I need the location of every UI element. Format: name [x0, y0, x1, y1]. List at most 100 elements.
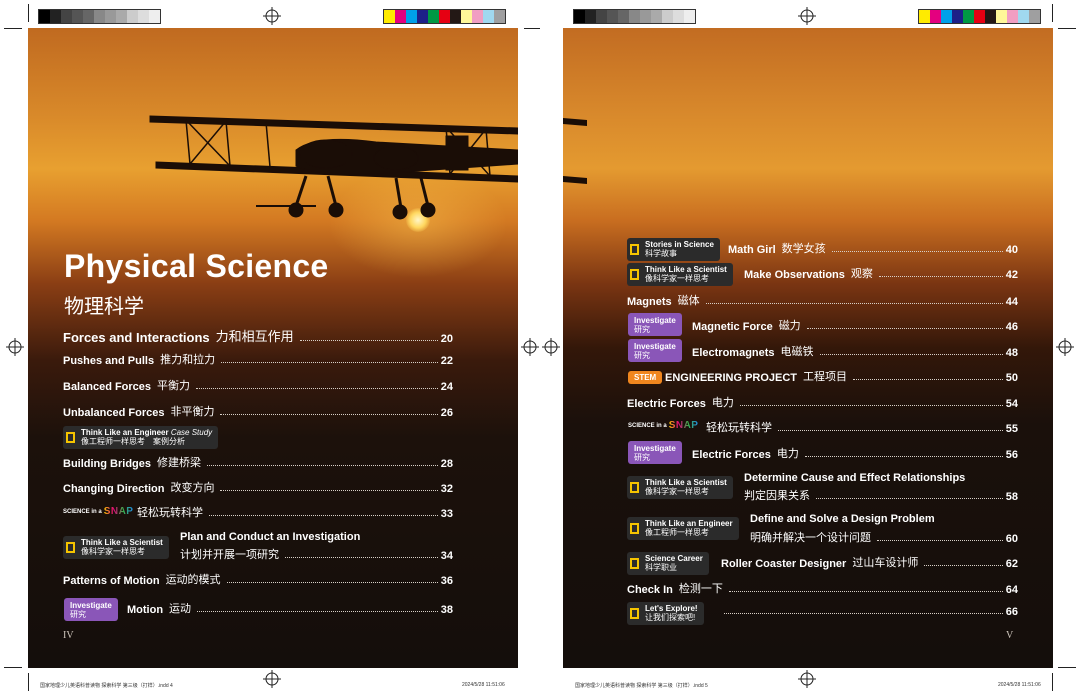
- toc-entry-label-zh: 轻松玩转科学: [137, 507, 203, 519]
- investigate-label: Investigate: [634, 342, 676, 351]
- toc-entry-label: Electromagnets: [692, 347, 775, 359]
- toc-entry[interactable]: Forces and Interactions 力和相互作用 20: [63, 326, 453, 345]
- toc-entry[interactable]: Pushes and Pulls 推力和拉力 22: [63, 351, 453, 367]
- registration-mark-icon: [521, 338, 539, 356]
- page-title: Physical Science: [64, 248, 329, 284]
- toc-entry[interactable]: Electric Forces 电力 54: [627, 394, 1018, 410]
- stories-in-science-badge: Stories in Science 科学故事: [627, 238, 720, 261]
- toc-entry-label-zh: 平衡力: [157, 380, 191, 392]
- toc-entry[interactable]: Motion 运动 38: [127, 600, 453, 616]
- toc-entry-heading: Define and Solve a Design Problem: [750, 513, 935, 525]
- investigate-label-zh: 研究: [70, 610, 86, 619]
- toc-page-number: 48: [1005, 347, 1018, 359]
- toc-entry-label: Building Bridges: [63, 458, 151, 470]
- grey-calibration-bar-left: [38, 9, 161, 24]
- toc-page-number: 24: [440, 381, 453, 393]
- toc-page-number: 33: [440, 508, 453, 520]
- registration-mark-icon: [798, 7, 816, 25]
- yellow-border-icon: [630, 558, 639, 569]
- leader-dots: [299, 340, 438, 341]
- toc-entry[interactable]: 计划并开展一项研究 34: [180, 546, 453, 562]
- science-in-a-snap-logo: SCIENCE in a SNAP: [628, 420, 698, 431]
- science-career-badge: Science Career 科学职业: [627, 552, 709, 575]
- think-like-scientist-badge: Think Like a Scientist 像科学家一样思考: [627, 476, 733, 499]
- snap-prefix: SCIENCE in a: [628, 422, 667, 429]
- toc-entry[interactable]: 判定因果关系 58: [744, 487, 1018, 503]
- toc-entry[interactable]: Unbalanced Forces 非平衡力 26: [63, 403, 453, 419]
- toc-entry[interactable]: 轻松玩转科学 33: [137, 504, 453, 520]
- badge-label: Think Like an Engineer: [645, 519, 733, 528]
- biplane-silhouette: [149, 115, 518, 220]
- color-calibration-bar-left: [383, 9, 506, 24]
- leader-dots: [197, 611, 438, 612]
- page-folio: V: [1006, 630, 1014, 641]
- toc-entry[interactable]: Magnets 磁体 44: [627, 292, 1018, 308]
- badge-label-zh: 科学故事: [645, 249, 677, 258]
- toc-entry[interactable]: 66: [718, 606, 1018, 618]
- investigate-badge: Investigate 研究: [628, 313, 682, 336]
- toc-page-number: 42: [1005, 269, 1018, 281]
- leader-dots: [739, 405, 1003, 406]
- think-like-scientist-badge: Think Like a Scientist 像科学家一样思考: [627, 263, 733, 286]
- toc-page-number: 58: [1005, 491, 1018, 503]
- toc-entry[interactable]: Building Bridges 修建桥梁 28: [63, 454, 453, 470]
- toc-entry[interactable]: 明确并解决一个设计问题 60: [750, 529, 1018, 545]
- print-slug: 国家地理少儿英语科普读物 探索科学 第三级（打样）.indd 4: [40, 683, 173, 689]
- think-like-engineer-badge: Think Like an Engineer 像工程师一样思考: [627, 517, 739, 540]
- toc-entry-label-zh: 轻松玩转科学: [706, 422, 772, 434]
- toc-entry-label: Check In: [627, 584, 673, 596]
- toc-page-number: 34: [440, 550, 453, 562]
- toc-entry-label-zh: 推力和拉力: [160, 354, 216, 366]
- toc-page-number: 28: [440, 458, 453, 470]
- biplane-wingtip-silhouette: [563, 118, 587, 184]
- toc-entry[interactable]: ENGINEERING PROJECT 工程项目 50: [665, 368, 1018, 384]
- leader-dots: [816, 498, 1003, 499]
- leader-dots: [853, 379, 1003, 380]
- toc-entry-label: Magnets: [627, 296, 672, 308]
- toc-entry-label: Make Observations: [744, 269, 845, 281]
- badge-label-zh: 像科学家一样思考: [81, 547, 145, 556]
- investigate-badge: Investigate 研究: [628, 441, 682, 464]
- crop-line: [524, 28, 540, 29]
- crop-line: [4, 28, 22, 29]
- think-like-scientist-badge: Think Like a Scientist 像科学家一样思考: [63, 536, 169, 559]
- leader-dots: [831, 251, 1003, 252]
- toc-entry[interactable]: Balanced Forces 平衡力 24: [63, 377, 453, 393]
- toc-page-number: 60: [1005, 533, 1018, 545]
- toc-entry[interactable]: Check In 检测一下 64: [627, 580, 1018, 596]
- toc-entry[interactable]: Magnetic Force 磁力 46: [692, 317, 1018, 333]
- investigate-label: Investigate: [634, 316, 676, 325]
- toc-entry[interactable]: Math Girl 数学女孩 40: [728, 240, 1018, 256]
- snap-prefix: SCIENCE in a: [63, 508, 102, 515]
- leader-dots: [724, 613, 1003, 614]
- toc-entry[interactable]: Roller Coaster Designer 过山车设计师 62: [721, 554, 1018, 570]
- badge-label-zh: 像工程师一样思考: [645, 528, 709, 537]
- toc-entry[interactable]: Patterns of Motion 运动的模式 36: [63, 571, 453, 587]
- badge-label-zh: 让我们探索吧!: [645, 613, 696, 622]
- toc-entry[interactable]: Electric Forces 电力 56: [692, 445, 1018, 461]
- toc-page-number: 22: [440, 355, 453, 367]
- badge-label-zh: 像工程师一样思考 案例分析: [81, 437, 185, 446]
- yellow-border-icon: [630, 269, 639, 280]
- toc-entry[interactable]: Changing Direction 改变方向 32: [63, 479, 453, 495]
- toc-entry[interactable]: 轻松玩转科学 55: [706, 419, 1018, 435]
- badge-label: Stories in Science: [645, 240, 714, 249]
- toc-entry-label-zh: 修建桥梁: [157, 457, 201, 469]
- toc-entry-label: Math Girl: [728, 244, 776, 256]
- leader-dots: [705, 303, 1003, 304]
- toc-page-number: 66: [1005, 606, 1018, 618]
- toc-page-number: 55: [1005, 423, 1018, 435]
- toc-entry-label: Forces and Interactions: [63, 330, 210, 345]
- right-page: Stories in Science 科学故事 Math Girl 数学女孩 40…: [563, 28, 1053, 668]
- registration-mark-icon: [542, 338, 560, 356]
- badge-label: Think Like a Scientist: [645, 478, 727, 487]
- toc-page-number: 46: [1005, 321, 1018, 333]
- toc-page-number: 36: [440, 575, 453, 587]
- toc-entry-heading: Determine Cause and Effect Relationships: [744, 472, 966, 484]
- crop-line: [28, 4, 29, 22]
- page-folio: IV: [63, 630, 74, 641]
- toc-entry[interactable]: Make Observations 观察 42: [744, 265, 1018, 281]
- toc-entry[interactable]: Electromagnets 电磁铁 48: [692, 343, 1018, 359]
- toc-entry-label-zh: 非平衡力: [170, 406, 215, 418]
- leader-dots: [220, 414, 438, 415]
